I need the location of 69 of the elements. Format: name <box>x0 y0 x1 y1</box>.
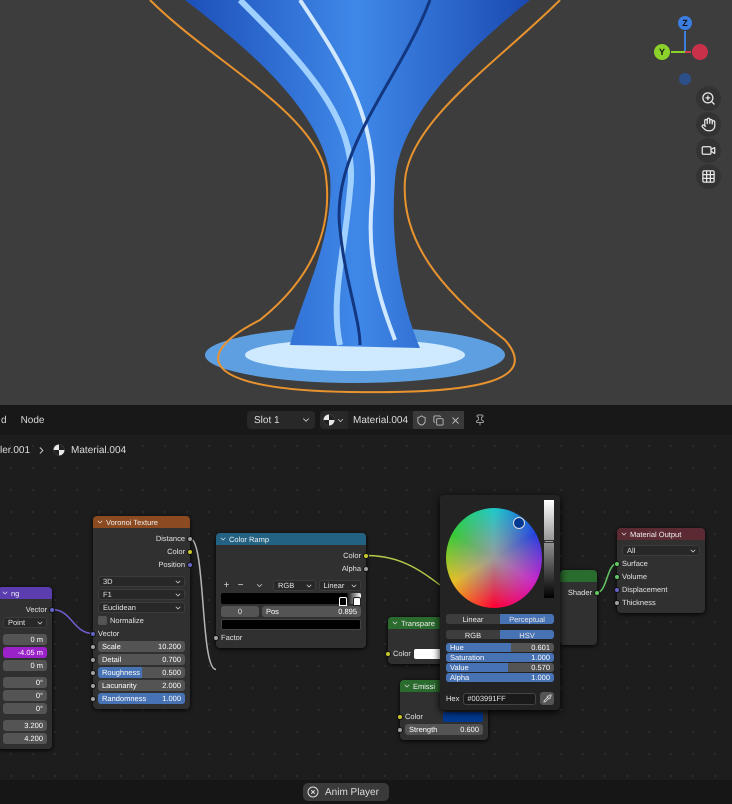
material-name-field[interactable]: Material.004 <box>348 411 414 429</box>
color-swatch[interactable] <box>443 712 483 722</box>
socket-dot[interactable] <box>594 590 600 596</box>
camera-icon <box>701 143 716 158</box>
eyedropper-button[interactable] <box>540 692 554 705</box>
copy-icon <box>433 414 444 426</box>
camera-button[interactable] <box>696 138 721 163</box>
z-axis-ball[interactable]: Z <box>678 16 692 30</box>
socket-dot[interactable] <box>213 634 219 640</box>
anim-player-button[interactable]: Anim Player <box>303 783 389 801</box>
pin-icon <box>474 414 486 426</box>
zoom-button[interactable] <box>696 86 721 111</box>
gradient-bar[interactable] <box>221 593 361 604</box>
checkbox[interactable] <box>98 616 107 625</box>
socket-dot[interactable] <box>187 562 193 568</box>
caret-icon <box>403 682 411 690</box>
gradient-stop[interactable] <box>353 597 361 606</box>
wheel-marker[interactable] <box>513 516 526 529</box>
caret-icon <box>219 535 227 543</box>
material-sphere-icon <box>323 414 335 426</box>
caret-icon <box>96 518 104 526</box>
socket-dot[interactable] <box>363 566 369 572</box>
eyedropper-icon <box>542 694 552 703</box>
socket-dot[interactable] <box>90 644 96 650</box>
shield-icon <box>416 414 428 426</box>
axis-lines-drawing <box>671 31 691 53</box>
breadcrumb-item[interactable]: ler.001 <box>0 444 30 456</box>
caret-icon <box>1 589 9 597</box>
socket-dot[interactable] <box>363 552 369 558</box>
pan-button[interactable] <box>696 112 721 137</box>
pin-button[interactable] <box>474 414 486 426</box>
remove-stop-button[interactable]: − <box>235 580 246 591</box>
slot-dropdown[interactable]: Slot 1 <box>247 411 315 429</box>
socket-dot[interactable] <box>90 656 96 662</box>
socket-dot[interactable] <box>90 696 96 702</box>
material-sphere-icon <box>53 444 66 456</box>
grid-icon <box>701 169 716 184</box>
socket-dot[interactable] <box>90 670 96 676</box>
socket-dot[interactable] <box>397 726 403 732</box>
menu-item[interactable]: d <box>1 414 7 426</box>
close-icon <box>450 414 462 426</box>
socket-dot[interactable] <box>49 606 55 612</box>
socket-dot[interactable] <box>397 714 403 720</box>
node-header[interactable] <box>560 570 597 582</box>
y-axis-ball[interactable]: Y <box>654 44 670 60</box>
socket-dot[interactable] <box>187 536 193 542</box>
socket-dot[interactable] <box>614 574 620 580</box>
hand-icon <box>701 117 716 132</box>
brightness-slider[interactable] <box>544 500 554 598</box>
grid-button[interactable] <box>696 164 721 189</box>
close-icon <box>307 786 319 798</box>
fake-user-button[interactable] <box>413 411 430 429</box>
socket-dot[interactable] <box>385 650 391 656</box>
caret-icon <box>620 530 628 538</box>
menu-item[interactable]: Node <box>20 414 44 426</box>
zoom-icon <box>701 91 716 106</box>
socket-dot[interactable] <box>614 586 620 592</box>
color-swatch[interactable] <box>221 619 361 630</box>
caret-icon <box>391 619 399 627</box>
unlink-button[interactable] <box>447 411 464 429</box>
socket-dot[interactable] <box>614 560 620 566</box>
socket-dot[interactable] <box>187 548 193 554</box>
add-stop-button[interactable]: + <box>221 580 232 591</box>
breadcrumb-item[interactable]: Material.004 <box>71 444 126 456</box>
caret-icon[interactable] <box>255 581 264 590</box>
socket-dot[interactable] <box>90 630 96 636</box>
socket-dot[interactable] <box>90 682 96 688</box>
socket-dot[interactable] <box>614 600 620 606</box>
slider-handle[interactable] <box>544 540 554 544</box>
